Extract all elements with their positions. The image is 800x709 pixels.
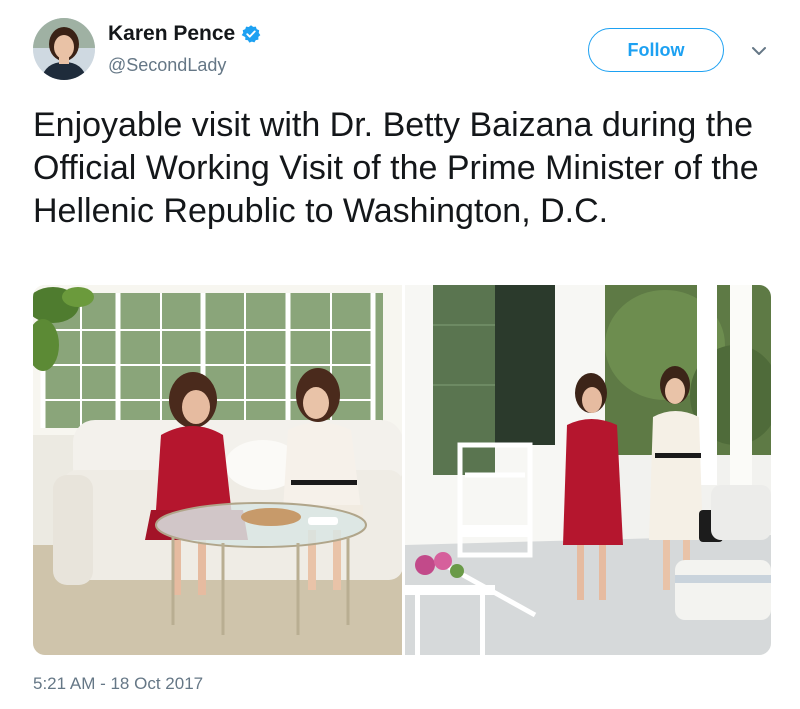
display-name[interactable]: Karen Pence xyxy=(108,22,235,46)
verified-badge-icon xyxy=(241,25,261,43)
tweet-text: Enjoyable visit with Dr. Betty Baizana d… xyxy=(33,106,759,230)
tweet-photo-2[interactable] xyxy=(405,285,771,655)
chevron-down-icon[interactable] xyxy=(748,40,770,62)
tweet-photo-1[interactable] xyxy=(33,285,402,655)
tweet-timestamp[interactable]: 5:21 AM - 18 Oct 2017 xyxy=(33,674,203,694)
sunroom-photo xyxy=(33,285,402,655)
author-name-row: Karen Pence xyxy=(108,22,261,46)
avatar[interactable] xyxy=(33,18,95,80)
follow-button[interactable]: Follow xyxy=(588,28,724,72)
profile-photo-icon xyxy=(33,18,95,80)
porch-photo xyxy=(405,285,771,655)
handle[interactable]: @SecondLady xyxy=(108,55,226,76)
